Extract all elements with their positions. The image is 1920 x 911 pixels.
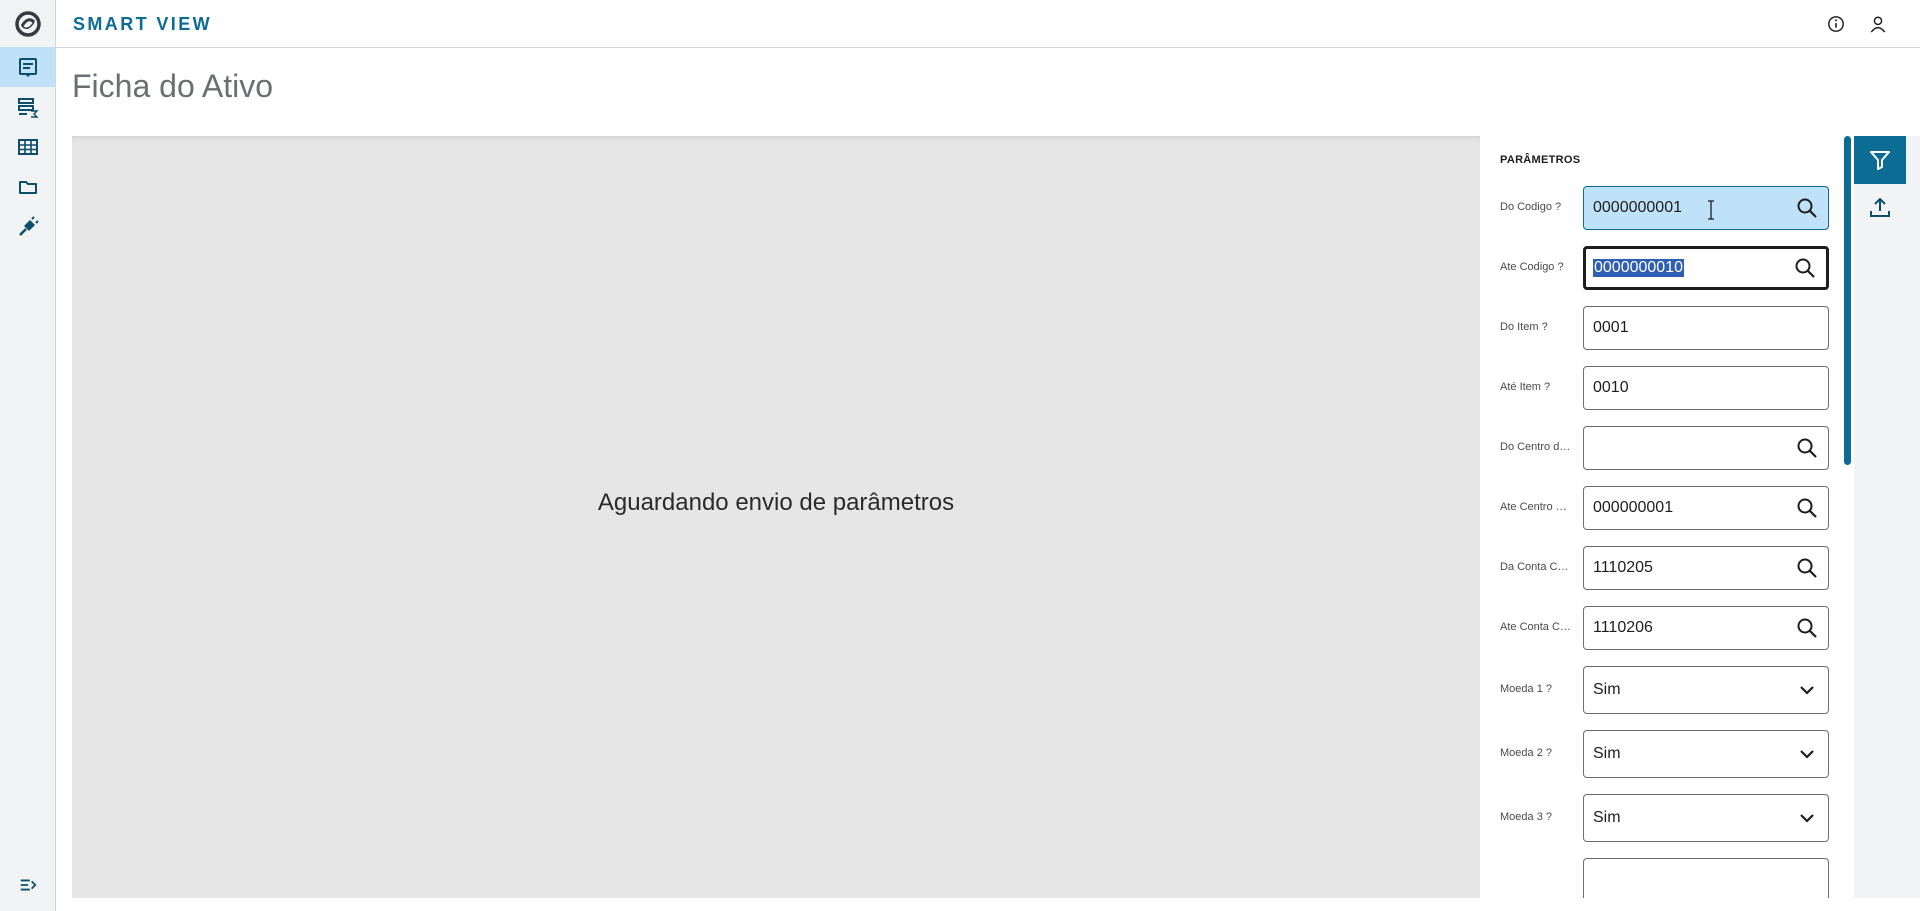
param-label: Até Item ? bbox=[1500, 381, 1551, 393]
chevron-down-icon bbox=[1800, 686, 1814, 695]
da-conta-contabil-input[interactable]: 1110205 bbox=[1583, 546, 1829, 590]
param-value: 0010 bbox=[1593, 379, 1629, 396]
ate-conta-contabil-input[interactable]: 1110206 bbox=[1583, 606, 1829, 650]
plug-icon bbox=[18, 216, 39, 236]
param-value: Sim bbox=[1593, 745, 1621, 762]
right-toolbar bbox=[1854, 136, 1920, 898]
sidebar-item-reports[interactable] bbox=[0, 47, 55, 87]
next-param-select[interactable] bbox=[1583, 858, 1829, 898]
parameters-panel: PARÂMETROS Do Codigo ? 0000000001 Ate Co… bbox=[1480, 136, 1844, 898]
param-value: 0001 bbox=[1593, 319, 1629, 336]
app-header: SMART VIEW bbox=[56, 0, 1920, 48]
chevron-down-icon bbox=[1800, 814, 1814, 823]
do-item-input[interactable]: 0001 bbox=[1583, 306, 1829, 350]
parameters-title: PARÂMETROS bbox=[1500, 154, 1581, 166]
data-view-sum-icon bbox=[17, 98, 39, 118]
chevron-down-icon bbox=[1800, 750, 1814, 759]
sidebar-item-tables[interactable] bbox=[0, 127, 55, 167]
param-value: Sim bbox=[1593, 681, 1621, 698]
text-cursor-icon bbox=[1708, 200, 1714, 220]
param-value: 000000001 bbox=[1593, 499, 1674, 516]
sidebar-item-data-views[interactable] bbox=[0, 87, 55, 127]
page-title: Ficha do Ativo bbox=[72, 68, 273, 104]
param-label: Ate Codigo ? bbox=[1500, 261, 1564, 273]
brand-title: SMART VIEW bbox=[73, 14, 212, 34]
sidebar-item-folders[interactable] bbox=[0, 167, 55, 207]
search-icon[interactable] bbox=[1794, 257, 1816, 279]
filter-icon bbox=[1870, 151, 1890, 170]
waiting-message: Aguardando envio de parâmetros bbox=[597, 489, 955, 516]
param-value: 1110205 bbox=[1593, 559, 1653, 576]
expand-menu-icon bbox=[20, 879, 37, 891]
ate-codigo-input[interactable]: 0000000010 bbox=[1583, 246, 1829, 290]
param-label: Moeda 3 ? bbox=[1500, 811, 1552, 823]
info-icon bbox=[1828, 16, 1844, 32]
report-preview-area: Aguardando envio de parâmetros bbox=[72, 136, 1480, 898]
sidebar bbox=[0, 0, 56, 911]
sidebar-collapse-button[interactable] bbox=[0, 865, 55, 905]
folder-icon bbox=[18, 181, 37, 194]
search-icon[interactable] bbox=[1796, 197, 1818, 219]
search-icon[interactable] bbox=[1796, 497, 1818, 519]
moeda-1-select[interactable]: Sim bbox=[1583, 666, 1829, 714]
report-icon bbox=[18, 58, 37, 77]
param-label: Do Item ? bbox=[1500, 321, 1548, 333]
ate-item-input[interactable]: 0010 bbox=[1583, 366, 1829, 410]
totvs-logo-icon[interactable] bbox=[14, 10, 42, 38]
search-icon[interactable] bbox=[1796, 617, 1818, 639]
param-value: 0000000001 bbox=[1593, 199, 1682, 216]
param-label: Ate Centro C... bbox=[1500, 501, 1572, 513]
param-label: Moeda 2 ? bbox=[1500, 747, 1552, 759]
info-button[interactable] bbox=[1824, 12, 1848, 36]
user-button[interactable] bbox=[1866, 12, 1890, 36]
sidebar-item-connections[interactable] bbox=[0, 207, 55, 247]
params-scrollbar[interactable] bbox=[1844, 136, 1851, 465]
param-label: Ate Conta Co... bbox=[1500, 621, 1572, 633]
param-value: Sim bbox=[1593, 809, 1621, 826]
search-icon[interactable] bbox=[1796, 437, 1818, 459]
do-centro-custo-input[interactable] bbox=[1583, 426, 1829, 470]
user-icon bbox=[1870, 16, 1886, 33]
param-label: Da Conta Co... bbox=[1500, 561, 1572, 573]
search-icon[interactable] bbox=[1796, 557, 1818, 579]
filter-button[interactable] bbox=[1854, 136, 1906, 184]
table-icon bbox=[17, 139, 38, 155]
moeda-3-select[interactable]: Sim bbox=[1583, 794, 1829, 842]
param-label: Do Centro de... bbox=[1500, 441, 1572, 453]
export-button[interactable] bbox=[1854, 184, 1906, 232]
param-value: 1110206 bbox=[1593, 619, 1653, 636]
upload-icon bbox=[1870, 197, 1890, 217]
param-value: 0000000010 bbox=[1593, 259, 1684, 277]
param-label: Do Codigo ? bbox=[1500, 201, 1562, 213]
moeda-2-select[interactable]: Sim bbox=[1583, 730, 1829, 778]
param-label: Moeda 1 ? bbox=[1500, 683, 1552, 695]
ate-centro-custo-input[interactable]: 000000001 bbox=[1583, 486, 1829, 530]
